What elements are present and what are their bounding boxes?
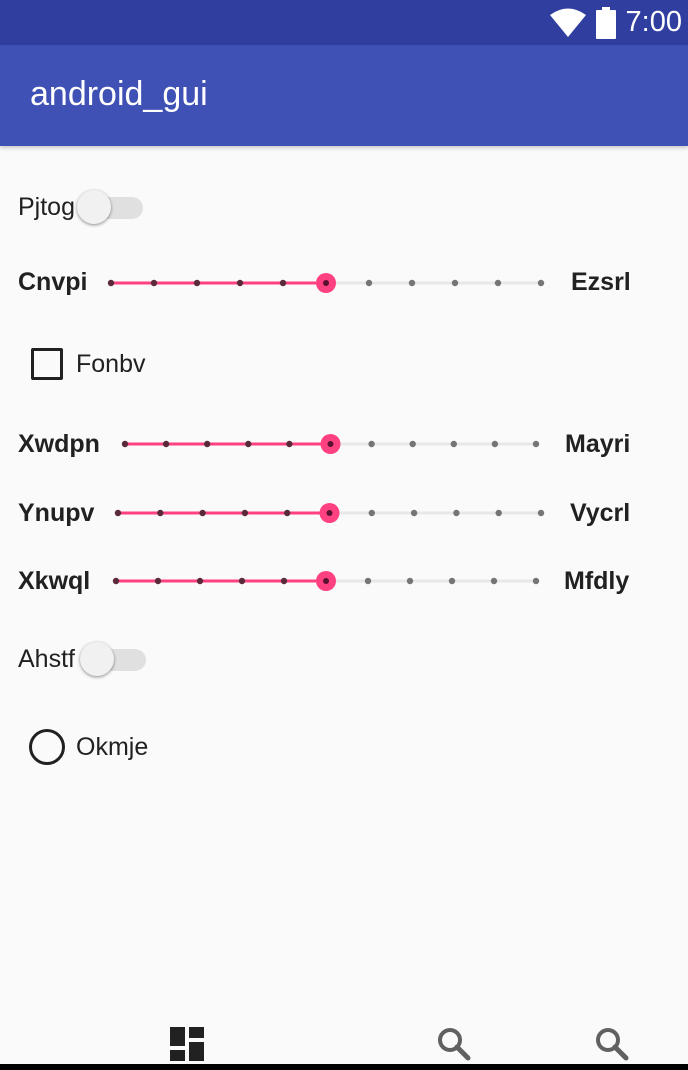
- slider-thumb-tick: [323, 280, 329, 286]
- slider-cnvpi-right-label: Ezsrl: [571, 268, 631, 296]
- radio-okmje-label: Okmje: [76, 733, 149, 761]
- switch-thumb[interactable]: [77, 190, 111, 224]
- slider-tick: [451, 279, 459, 287]
- slider-tick: [450, 440, 457, 448]
- slider-tick: [365, 279, 373, 287]
- slider-tick: [114, 509, 122, 517]
- slider-tick: [532, 577, 540, 585]
- slider-tick: [157, 509, 164, 517]
- slider-tick: [368, 509, 375, 517]
- app-bar: android_gui: [0, 45, 688, 146]
- switch-pjtog-label: Pjtog: [18, 193, 75, 221]
- slider-tick: [448, 577, 456, 585]
- slider-tick: [494, 279, 502, 287]
- checkbox-fonbv-label: Fonbv: [76, 350, 146, 378]
- slider-tick: [406, 577, 414, 585]
- slider-tick: [453, 509, 460, 517]
- slider-tick: [107, 279, 115, 287]
- battery-icon: [595, 6, 616, 39]
- slider-tick: [199, 509, 206, 517]
- slider-tick: [490, 577, 498, 585]
- app-title: android_gui: [30, 75, 208, 113]
- slider-tick: [193, 279, 201, 287]
- system-nav-strip: [0, 1064, 688, 1070]
- slider-tick: [280, 577, 288, 585]
- status-time: 7:00: [625, 6, 682, 38]
- slider-tick: [150, 279, 158, 287]
- slider-tick: [537, 509, 545, 517]
- slider-xkwql-right-label: Mfdly: [564, 567, 630, 595]
- slider-tick: [121, 440, 129, 448]
- slider-tick: [368, 440, 375, 448]
- switch-ahstf[interactable]: [80, 639, 150, 679]
- slider-tick: [245, 440, 252, 448]
- slider-tick: [410, 509, 418, 517]
- status-icons: 7:00: [549, 4, 682, 41]
- slider-thumb-tick: [323, 578, 329, 584]
- dashboard-icon[interactable]: [170, 1027, 204, 1061]
- slider-thumb-tick: [327, 441, 334, 447]
- search-icon[interactable]: [437, 1027, 471, 1061]
- slider-tick: [162, 440, 170, 448]
- slider-tick: [284, 509, 291, 517]
- search-icon[interactable]: [595, 1027, 629, 1061]
- slider-tick: [196, 577, 204, 585]
- slider-tick: [532, 440, 540, 448]
- slider-tick: [286, 440, 293, 448]
- wifi-icon: [549, 8, 586, 37]
- slider-xwdpn-right-label: Mayri: [565, 430, 631, 458]
- switch-pjtog[interactable]: [77, 187, 147, 227]
- slider-tick: [409, 440, 416, 448]
- slider-tick: [204, 440, 211, 448]
- slider-tick: [408, 279, 416, 287]
- slider-tick: [241, 509, 249, 517]
- slider-tick: [495, 509, 502, 517]
- switch-ahstf-label: Ahstf: [18, 645, 75, 673]
- slider-ynupv-right-label: Vycrl: [570, 499, 631, 527]
- switch-thumb[interactable]: [80, 642, 114, 676]
- slider-tick: [236, 279, 244, 287]
- slider-tick: [154, 577, 162, 585]
- slider-tick: [279, 279, 287, 287]
- slider-tick: [537, 279, 545, 287]
- radio-okmje[interactable]: [29, 729, 65, 765]
- checkbox-fonbv[interactable]: [31, 348, 63, 380]
- slider-thumb-tick: [326, 510, 333, 516]
- slider-tick: [491, 440, 499, 448]
- status-bar: 7:00: [0, 0, 688, 45]
- slider-tick: [238, 577, 246, 585]
- bottom-navigation: [0, 1010, 688, 1070]
- slider-tick: [112, 577, 120, 585]
- slider-tick: [364, 577, 372, 585]
